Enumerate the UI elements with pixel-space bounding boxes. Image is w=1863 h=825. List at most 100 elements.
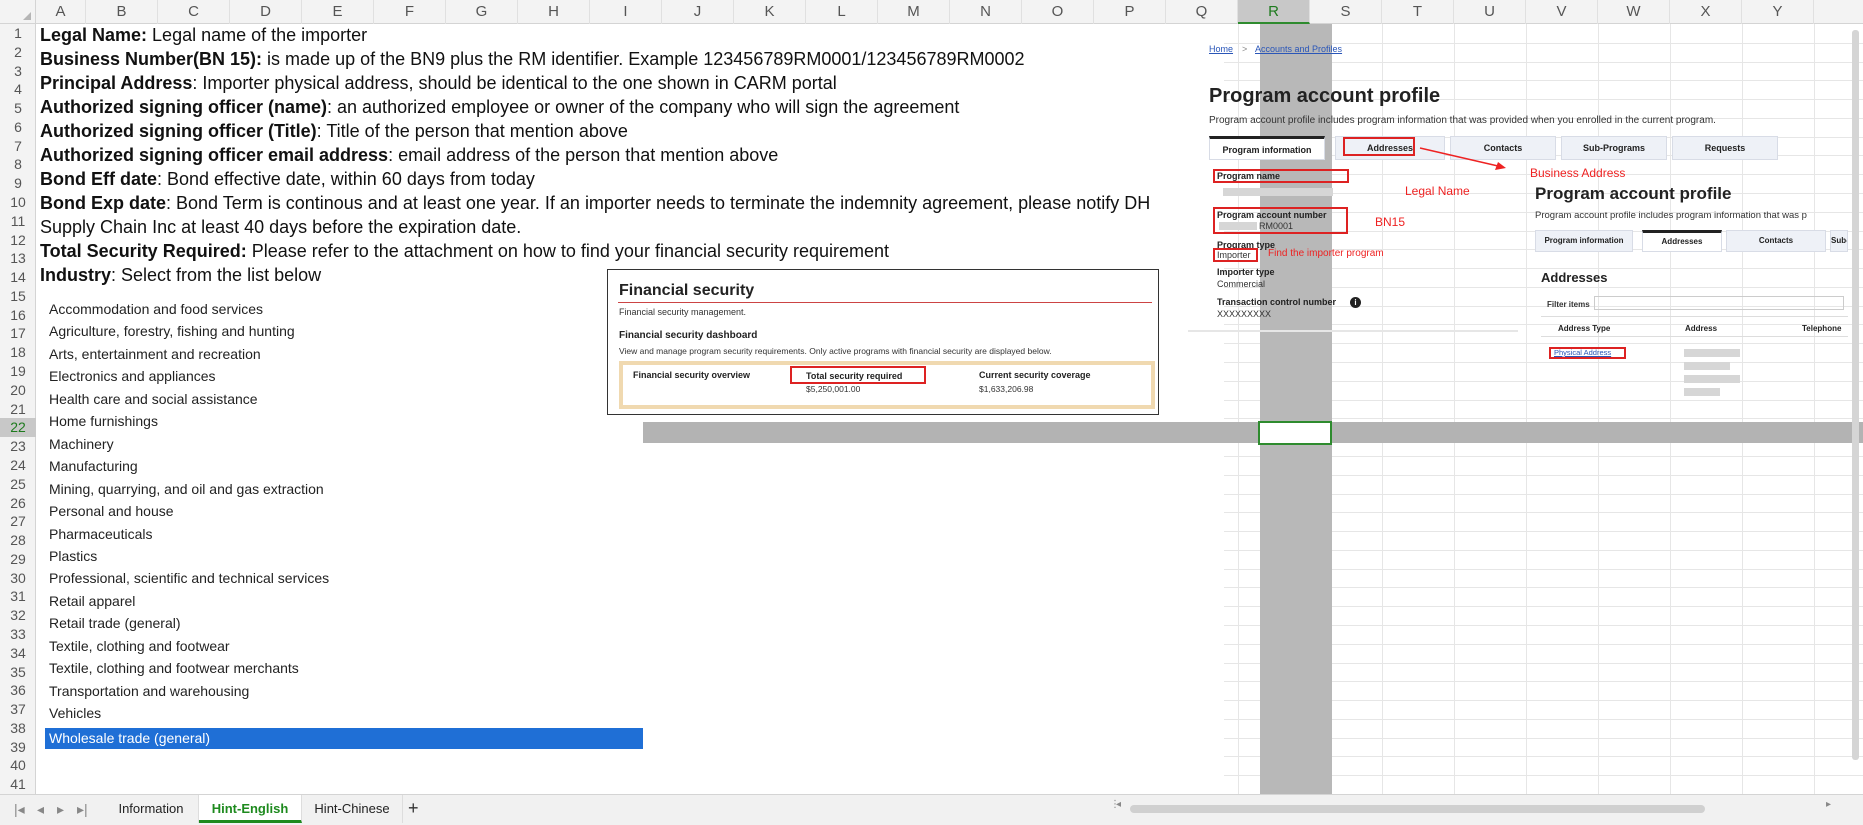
row-header-16[interactable]: 16 (0, 306, 36, 325)
row-header-12[interactable]: 12 (0, 231, 36, 250)
hint-line[interactable]: Total Security Required: Please refer to… (40, 241, 889, 262)
column-header-n[interactable]: N (950, 0, 1022, 24)
industry-item[interactable]: Textile, clothing and footwear (49, 638, 230, 654)
column-header-a[interactable]: A (36, 0, 86, 24)
industry-item[interactable]: Plastics (49, 548, 97, 564)
row-header-25[interactable]: 25 (0, 475, 36, 494)
column-header-q[interactable]: Q (1166, 0, 1238, 24)
row-header-22[interactable]: 22 (0, 418, 36, 438)
row-header-35[interactable]: 35 (0, 663, 36, 682)
sheet-tab-hint-english[interactable]: Hint-English (199, 795, 302, 823)
hint-line[interactable]: Supply Chain Inc at least 40 days before… (40, 217, 521, 238)
row-header-28[interactable]: 28 (0, 531, 36, 550)
active-cell-r22[interactable] (1258, 421, 1332, 445)
row-header-6[interactable]: 6 (0, 118, 36, 137)
industry-item[interactable]: Mining, quarrying, and oil and gas extra… (49, 481, 324, 497)
hint-line[interactable]: Authorized signing officer (name): an au… (40, 97, 959, 118)
row-header-36[interactable]: 36 (0, 681, 36, 700)
row-header-8[interactable]: 8 (0, 155, 36, 174)
row-header-19[interactable]: 19 (0, 362, 36, 381)
industry-item[interactable]: Transportation and warehousing (49, 683, 249, 699)
row-header-23[interactable]: 23 (0, 437, 36, 456)
row-header-31[interactable]: 31 (0, 587, 36, 606)
column-header-d[interactable]: D (230, 0, 302, 24)
column-header-u[interactable]: U (1454, 0, 1526, 24)
industry-item[interactable]: Textile, clothing and footwear merchants (49, 660, 299, 676)
industry-item[interactable]: Home furnishings (49, 413, 158, 429)
hint-line[interactable]: Principal Address: Importer physical add… (40, 73, 837, 94)
row-header-20[interactable]: 20 (0, 381, 36, 400)
industry-item[interactable]: Wholesale trade (general) (45, 727, 643, 749)
column-header-h[interactable]: H (518, 0, 590, 24)
row-header-24[interactable]: 24 (0, 456, 36, 475)
sheet-tab-information[interactable]: Information (104, 795, 199, 823)
row-header-15[interactable]: 15 (0, 287, 36, 306)
industry-item[interactable]: Electronics and appliances (49, 368, 216, 384)
row-header-21[interactable]: 21 (0, 400, 36, 419)
last-sheet-icon[interactable]: ▸| (77, 801, 88, 818)
column-header-x[interactable]: X (1670, 0, 1742, 24)
row-header-34[interactable]: 34 (0, 644, 36, 663)
column-header-m[interactable]: M (878, 0, 950, 24)
row-header-30[interactable]: 30 (0, 569, 36, 588)
industry-item[interactable]: Machinery (49, 436, 114, 452)
program-account-image[interactable]: Home > Accounts and Profiles Program acc… (1188, 24, 1848, 404)
industry-item[interactable]: Personal and house (49, 503, 174, 519)
row-header-3[interactable]: 3 (0, 62, 36, 81)
hint-line[interactable]: Legal Name: Legal name of the importer (40, 25, 367, 46)
row-header-32[interactable]: 32 (0, 606, 36, 625)
column-header-i[interactable]: I (590, 0, 662, 24)
column-header-f[interactable]: F (374, 0, 446, 24)
row-header-26[interactable]: 26 (0, 494, 36, 513)
column-header-r[interactable]: R (1238, 0, 1310, 24)
hint-line[interactable]: Authorized signing officer (Title): Titl… (40, 121, 628, 142)
hint-line[interactable]: Bond Eff date: Bond effective date, with… (40, 169, 535, 190)
industry-item[interactable]: Professional, scientific and technical s… (49, 570, 329, 586)
hint-line[interactable]: Bond Exp date: Bond Term is continous an… (40, 193, 1150, 214)
select-all-corner[interactable] (0, 0, 36, 24)
vertical-scrollbar[interactable] (1852, 30, 1859, 760)
row-header-18[interactable]: 18 (0, 343, 36, 362)
industry-item[interactable]: Retail trade (general) (49, 615, 181, 631)
column-header-l[interactable]: L (806, 0, 878, 24)
horizontal-scrollbar[interactable] (1130, 805, 1705, 813)
column-header-s[interactable]: S (1310, 0, 1382, 24)
row-header-10[interactable]: 10 (0, 193, 36, 212)
row-header-39[interactable]: 39 (0, 738, 36, 757)
industry-item[interactable]: Agriculture, forestry, fishing and hunti… (49, 323, 295, 339)
industry-item[interactable]: Health care and social assistance (49, 391, 258, 407)
row-header-5[interactable]: 5 (0, 99, 36, 118)
row-header-7[interactable]: 7 (0, 137, 36, 156)
column-header-k[interactable]: K (734, 0, 806, 24)
industry-item[interactable]: Accommodation and food services (49, 301, 263, 317)
column-header-g[interactable]: G (446, 0, 518, 24)
row-header-33[interactable]: 33 (0, 625, 36, 644)
row-header-27[interactable]: 27 (0, 512, 36, 531)
column-header-t[interactable]: T (1382, 0, 1454, 24)
row-header-14[interactable]: 14 (0, 268, 36, 287)
column-header-p[interactable]: P (1094, 0, 1166, 24)
row-header-9[interactable]: 9 (0, 174, 36, 193)
sheet-tab-hint-chinese[interactable]: Hint-Chinese (302, 795, 403, 823)
column-header-c[interactable]: C (158, 0, 230, 24)
first-sheet-icon[interactable]: |◂ (14, 801, 25, 818)
scroll-right-icon[interactable]: ▸ (1826, 799, 1831, 810)
hint-line[interactable]: Authorized signing officer email address… (40, 145, 778, 166)
financial-security-image[interactable]: Financial security Financial security ma… (607, 269, 1159, 415)
row-header-4[interactable]: 4 (0, 80, 36, 99)
column-header-e[interactable]: E (302, 0, 374, 24)
prev-sheet-icon[interactable]: ◂ (37, 801, 44, 818)
hint-line[interactable]: Business Number(BN 15): is made up of th… (40, 49, 1025, 70)
hint-line[interactable]: Industry: Select from the list below (40, 265, 321, 286)
column-header-b[interactable]: B (86, 0, 158, 24)
row-header-1[interactable]: 1 (0, 24, 36, 43)
industry-item[interactable]: Manufacturing (49, 458, 138, 474)
industry-item[interactable]: Vehicles (49, 705, 101, 721)
industry-item[interactable]: Arts, entertainment and recreation (49, 346, 261, 362)
row-header-38[interactable]: 38 (0, 719, 36, 738)
row-header-13[interactable]: 13 (0, 249, 36, 268)
row-header-37[interactable]: 37 (0, 700, 36, 719)
row-header-40[interactable]: 40 (0, 756, 36, 775)
scroll-left-icon[interactable]: ◂ (1116, 799, 1121, 810)
column-header-y[interactable]: Y (1742, 0, 1814, 24)
